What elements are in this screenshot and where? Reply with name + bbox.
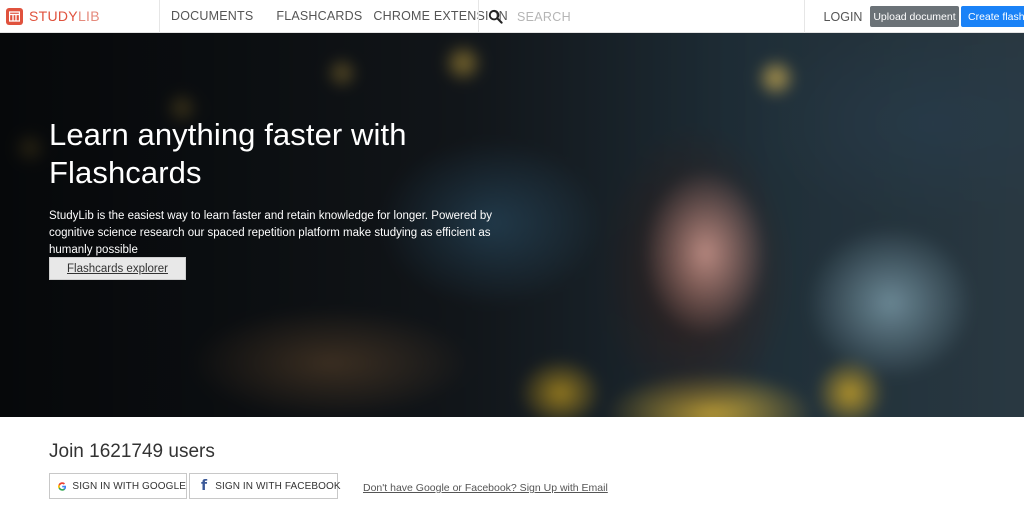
main-nav-links: DOCUMENTS FLASHCARDS CHROME EXTENSION — [160, 0, 508, 33]
sign-in-google-button[interactable]: SIGN IN WITH GOOGLE — [49, 473, 187, 499]
google-icon — [58, 481, 67, 491]
join-title: Join 1621749 users — [49, 441, 215, 462]
search-box — [478, 0, 805, 33]
hero-title-line-1: Learn anything faster with — [49, 117, 407, 152]
sign-in-google-label: SIGN IN WITH GOOGLE — [72, 480, 186, 492]
login-link[interactable]: LOGIN — [817, 0, 869, 33]
studylib-logo-icon — [6, 7, 23, 25]
sign-in-facebook-button[interactable]: f SIGN IN WITH FACEBOOK — [189, 473, 341, 499]
hero-content: Learn anything faster with Flashcards St… — [49, 116, 549, 259]
sign-in-facebook-label: SIGN IN WITH FACEBOOK — [215, 480, 341, 492]
create-flashcards-button[interactable]: Create flashcards — [961, 6, 1024, 27]
brand-name: STUDYLIB — [29, 8, 100, 24]
upload-document-button[interactable]: Upload document — [870, 6, 959, 27]
facebook-icon: f — [201, 478, 208, 494]
flashcards-explorer-button[interactable]: Flashcards explorer — [49, 257, 186, 280]
brand-name-lib: LIB — [77, 8, 100, 24]
hero-banner: Learn anything faster with Flashcards St… — [0, 33, 1024, 417]
search-input[interactable] — [517, 9, 787, 24]
signup-email-link[interactable]: Don't have Google or Facebook? Sign Up w… — [363, 482, 608, 494]
nav-documents[interactable]: DOCUMENTS — [171, 9, 253, 23]
search-icon[interactable] — [488, 9, 503, 24]
hero-title-line-2: Flashcards — [49, 155, 202, 190]
join-section: Join 1621749 users SIGN IN WITH GOOGLE f… — [0, 417, 1024, 512]
hero-title: Learn anything faster with Flashcards — [49, 116, 549, 192]
nav-flashcards[interactable]: FLASHCARDS — [276, 9, 362, 23]
hero-description: StudyLib is the easiest way to learn fas… — [49, 210, 493, 256]
brand-logo-link[interactable]: STUDYLIB — [0, 0, 160, 33]
brand-name-study: STUDY — [29, 8, 78, 24]
top-navigation-bar: STUDYLIB DOCUMENTS FLASHCARDS CHROME EXT… — [0, 0, 1024, 33]
